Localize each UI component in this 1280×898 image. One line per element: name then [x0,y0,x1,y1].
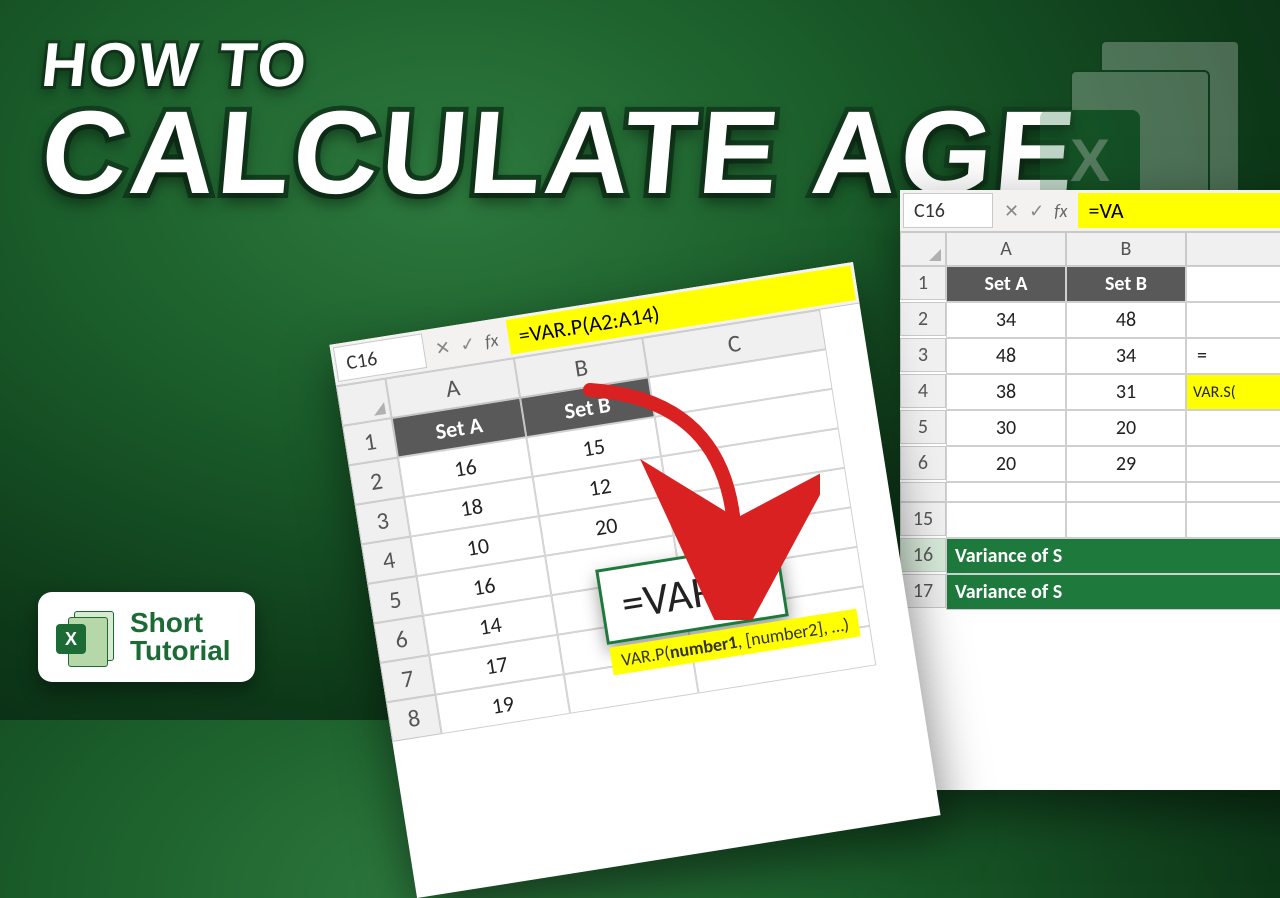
accept-icon[interactable]: ✓ [458,332,476,356]
cell[interactable] [946,482,1066,502]
tutorial-badge: X Short Tutorial [38,592,255,682]
cell[interactable] [1186,302,1280,338]
select-all-corner[interactable] [900,232,946,266]
cancel-icon[interactable]: ✕ [1004,200,1019,222]
cell[interactable]: 29 [1066,446,1186,482]
grid[interactable]: A B 1 Set A Set B 2 34 48 3 48 34 = 4 38… [900,232,1280,610]
cell[interactable]: 48 [1066,302,1186,338]
cell[interactable] [1186,446,1280,482]
row-header[interactable]: 4 [900,374,946,408]
badge-text: Short Tutorial [130,609,231,665]
cell[interactable] [1066,502,1186,538]
col-header-b[interactable]: B [1066,232,1186,266]
cell[interactable]: = [1186,338,1280,374]
excel-mini-icon: X [56,608,114,666]
cell-label[interactable]: Variance of S [946,538,1280,574]
cell[interactable]: 38 [946,374,1066,410]
cell[interactable]: 31 [1066,374,1186,410]
cell[interactable] [1186,502,1280,538]
cell[interactable] [1186,410,1280,446]
cell[interactable]: 20 [1066,410,1186,446]
formula-input[interactable]: =VA [1078,193,1280,228]
cancel-icon[interactable]: ✕ [434,336,452,360]
row-header[interactable]: 8 [386,695,442,742]
cell[interactable]: 20 [946,446,1066,482]
fx-icon[interactable]: fx [483,328,500,352]
spreadsheet-right: C16 ✕ ✓ fx =VA A B 1 Set A Set B 2 34 48… [900,190,1280,790]
accept-icon[interactable]: ✓ [1029,200,1044,222]
cell[interactable]: Set B [1066,266,1186,302]
name-box[interactable]: C16 [903,193,993,228]
cell[interactable]: 34 [946,302,1066,338]
row-header[interactable]: 1 [900,266,946,300]
fx-icon[interactable]: fx [1054,200,1067,222]
cell[interactable]: 30 [946,410,1066,446]
row-header[interactable]: 5 [900,410,946,444]
autocomplete-hint[interactable]: VAR.S( [1186,374,1280,410]
cell[interactable]: 34 [1066,338,1186,374]
cell[interactable]: 48 [946,338,1066,374]
row-header[interactable]: 3 [900,338,946,372]
col-header-a[interactable]: A [946,232,1066,266]
row-header[interactable]: 16 [900,538,946,572]
col-header-c[interactable] [1186,232,1280,266]
row-header[interactable]: 6 [900,446,946,480]
row-header[interactable] [900,482,946,502]
row-header[interactable]: 15 [900,502,946,536]
row-header[interactable]: 2 [900,302,946,336]
formula-bar: C16 ✕ ✓ fx =VA [900,190,1280,232]
cell[interactable] [1186,266,1280,302]
select-all-corner[interactable] [336,379,392,426]
cell[interactable] [1066,482,1186,502]
formula-controls: ✕ ✓ fx [996,190,1075,231]
cell-label[interactable]: Variance of S [946,574,1280,610]
title-block: HOW TO CALCULATE AGE [42,30,1077,209]
cell[interactable]: Set A [946,266,1066,302]
cell[interactable] [1186,482,1280,502]
cell[interactable] [946,502,1066,538]
